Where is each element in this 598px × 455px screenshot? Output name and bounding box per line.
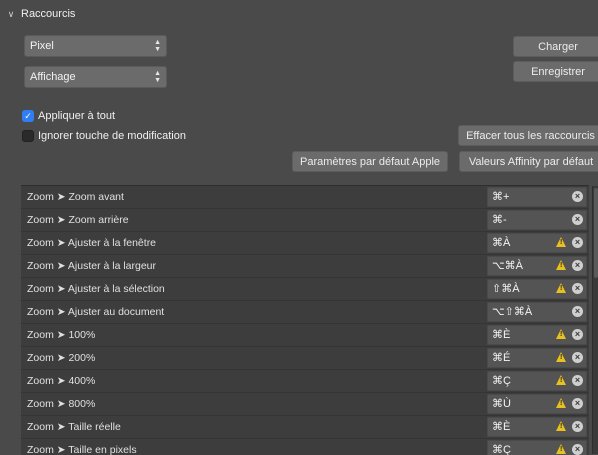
shortcut-command-label: Zoom ➤ Ajuster à la sélection [27,283,165,295]
shortcut-command-label: Zoom ➤ Taille réelle [27,421,121,433]
shortcut-row[interactable]: Zoom ➤ 800% ⌘Ù! × [21,393,589,416]
apply-all-checkbox[interactable]: ✓ [22,110,34,122]
shortcut-keys: ⌥⌘À [492,260,524,272]
shortcut-keys: ⌘Ç [492,375,511,387]
shortcut-keys: ⌥⇧⌘À [492,306,533,318]
shortcut-command-label: Zoom ➤ Ajuster à la largeur [27,260,157,272]
shortcut-key-field[interactable]: ⌘+ × [487,187,587,207]
shortcut-row[interactable]: Zoom ➤ Taille réelle ⌘È! × [21,416,589,439]
save-button[interactable]: Enregistrer [513,61,598,82]
shortcut-row[interactable]: Zoom ➤ Ajuster à la fenêtre ⌘À! × [21,232,589,255]
chevron-down-icon[interactable]: ∨ [6,9,16,20]
shortcut-key-field[interactable]: ⌘Ç! × [487,440,587,455]
clear-shortcut-icon[interactable]: × [572,237,583,248]
apply-all-label: Appliquer à tout [38,110,116,122]
clear-shortcut-icon[interactable]: × [572,375,583,386]
clear-shortcut-icon[interactable]: × [572,260,583,271]
shortcut-keys: ⌘Ç [492,444,511,455]
clear-shortcut-icon[interactable]: × [572,283,583,294]
ignore-modifier-checkbox-row[interactable]: Ignorer touche de modification [22,129,186,143]
section-title: Raccourcis [21,8,76,20]
shortcut-command-label: Zoom ➤ Ajuster à la fenêtre [27,237,157,249]
clear-shortcut-icon[interactable]: × [572,329,583,340]
shortcut-command-label: Zoom ➤ 800% [27,398,96,410]
shortcut-key-field[interactable]: ⌘È! × [487,325,587,345]
warning-mark: ! [560,239,563,246]
warning-mark: ! [560,377,563,384]
shortcut-key-field[interactable]: ⌘Ù! × [487,394,587,414]
apple-defaults-button[interactable]: Paramètres par défaut Apple [292,151,448,172]
clear-shortcut-icon[interactable]: × [572,352,583,363]
updown-chevron-icon: ▲ ▼ [154,39,161,53]
shortcut-table: Zoom ➤ Zoom avant ⌘+ × Zoom ➤ Zoom arrière ⌘… [21,185,589,455]
shortcut-row[interactable]: Zoom ➤ Taille en pixels ⌘Ç! × [21,439,589,455]
shortcut-row[interactable]: Zoom ➤ 200% ⌘É! × [21,347,589,370]
clear-shortcut-icon[interactable]: × [572,214,583,225]
warning-mark: ! [560,400,563,407]
updown-chevron-icon: ▲ ▼ [154,70,161,84]
clear-shortcut-icon[interactable]: × [572,444,583,455]
warning-mark: ! [560,262,563,269]
shortcut-keys: ⌘À [492,237,511,249]
clear-shortcut-icon[interactable]: × [572,306,583,317]
persona-select[interactable]: Pixel ▲ ▼ [24,35,167,57]
shortcut-keys: ⌘È [492,329,511,341]
shortcut-command-label: Zoom ➤ Zoom avant [27,191,124,203]
shortcut-row[interactable]: Zoom ➤ Zoom arrière ⌘- × [21,209,589,232]
shortcut-keys: ⌘+ [492,191,510,203]
shortcut-command-label: Zoom ➤ 200% [27,352,96,364]
persona-select-value: Pixel [30,40,54,52]
section-header-shortcuts[interactable]: ∨ Raccourcis [6,6,76,22]
shortcut-key-field[interactable]: ⌘È! × [487,417,587,437]
warning-mark: ! [560,423,563,430]
shortcut-row[interactable]: Zoom ➤ Ajuster à la sélection ⇧⌘À! × [21,278,589,301]
shortcut-row[interactable]: Zoom ➤ Ajuster à la largeur ⌥⌘À! × [21,255,589,278]
clear-shortcut-icon[interactable]: × [572,421,583,432]
shortcut-row[interactable]: Zoom ➤ 400% ⌘Ç! × [21,370,589,393]
shortcut-key-field[interactable]: ⌘À! × [487,233,587,253]
shortcut-command-label: Zoom ➤ 400% [27,375,96,387]
shortcut-key-field[interactable]: ⌥⌘À! × [487,256,587,276]
ignore-modifier-label: Ignorer touche de modification [38,130,186,142]
category-select[interactable]: Affichage ▲ ▼ [24,66,167,88]
clear-shortcut-icon[interactable]: × [572,398,583,409]
clear-all-shortcuts-button[interactable]: Effacer tous les raccourcis [458,125,598,146]
shortcut-key-field[interactable]: ⌘Ç! × [487,371,587,391]
shortcut-key-field[interactable]: ⌘É! × [487,348,587,368]
affinity-defaults-button[interactable]: Valeurs Affinity par défaut [459,151,598,172]
table-scrollbar[interactable] [592,186,598,454]
shortcut-key-field[interactable]: ⇧⌘À! × [487,279,587,299]
category-select-value: Affichage [30,71,76,83]
shortcut-command-label: Zoom ➤ Zoom arrière [27,214,129,226]
clear-shortcut-icon[interactable]: × [572,191,583,202]
shortcut-row[interactable]: Zoom ➤ 100% ⌘È! × [21,324,589,347]
warning-mark: ! [560,331,563,338]
shortcut-row[interactable]: Zoom ➤ Ajuster au document ⌥⇧⌘À × [21,301,589,324]
shortcut-row[interactable]: Zoom ➤ Zoom avant ⌘+ × [21,186,589,209]
shortcut-command-label: Zoom ➤ Ajuster au document [27,306,165,318]
shortcut-key-field[interactable]: ⌥⇧⌘À × [487,302,587,322]
warning-mark: ! [560,285,563,292]
shortcut-command-label: Zoom ➤ 100% [27,329,96,341]
load-button[interactable]: Charger [513,36,598,57]
scrollbar-thumb[interactable] [594,188,598,278]
shortcut-keys: ⌘- [492,214,507,226]
shortcut-keys: ⌘È [492,421,511,433]
shortcut-keys: ⌘É [492,352,511,364]
shortcut-key-field[interactable]: ⌘- × [487,210,587,230]
apply-all-checkbox-row[interactable]: ✓ Appliquer à tout [22,109,115,123]
shortcut-command-label: Zoom ➤ Taille en pixels [27,444,137,455]
ignore-modifier-checkbox[interactable] [22,130,34,142]
warning-mark: ! [560,354,563,361]
shortcut-keys: ⌘Ù [492,398,511,410]
warning-mark: ! [560,446,563,453]
shortcut-keys: ⇧⌘À [492,283,520,295]
